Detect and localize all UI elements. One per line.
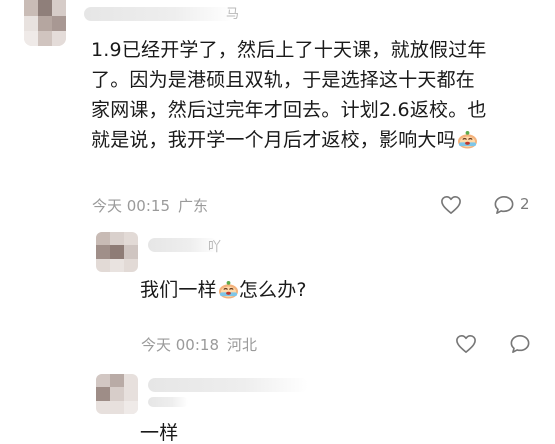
avatar-pixel	[110, 259, 124, 272]
avatar[interactable]	[96, 232, 138, 272]
username-blurred	[148, 397, 188, 407]
reply-text-after: 怎么办?	[238, 279, 307, 301]
comment-line: 家网课，然后过完年才回去。计划2.6返校。也	[91, 99, 487, 121]
comment-time: 今天 00:15	[92, 197, 170, 215]
avatar-pixel	[124, 245, 138, 259]
avatar-pixel	[38, 31, 52, 46]
avatar[interactable]	[96, 374, 138, 414]
avatar-pixel	[24, 31, 38, 46]
avatar-pixel	[52, 31, 66, 46]
avatar-pixel	[110, 387, 124, 401]
reply-text: 我们一样 怎么办?	[140, 275, 307, 305]
reply-count[interactable]: 2	[520, 195, 530, 213]
username-blurred[interactable]	[148, 378, 308, 392]
reply-meta: 今天 00:18 河北	[141, 334, 257, 355]
avatar-pixel	[38, 16, 52, 31]
comment-meta: 今天 00:15 广东	[92, 195, 208, 216]
reply-text-before: 我们一样	[140, 279, 217, 301]
avatar-pixel	[96, 374, 110, 387]
avatar-pixel	[52, 0, 66, 16]
reply-text: 一样	[140, 422, 179, 444]
avatar-pixel	[52, 16, 66, 31]
comment-text: 1.9已经开学了，然后上了十天课，就放假过年 了。因为是港硕且双轨，于是选择这十…	[91, 35, 531, 155]
avatar-pixel	[96, 232, 110, 245]
avatar[interactable]	[24, 0, 66, 46]
avatar-pixel	[110, 245, 124, 259]
avatar-pixel	[110, 232, 124, 245]
crying-face-emoji	[457, 130, 477, 149]
avatar-pixel	[96, 245, 110, 259]
username-tail: 马	[226, 7, 240, 22]
username-blurred[interactable]	[84, 7, 234, 21]
avatar-pixel	[24, 16, 38, 31]
avatar-pixel	[96, 387, 110, 401]
comment-line: 了。因为是港硕且双轨，于是选择这十天都在	[91, 69, 476, 91]
heart-outline-icon[interactable]	[455, 334, 477, 354]
speech-bubble-icon[interactable]	[493, 195, 515, 215]
heart-outline-icon[interactable]	[440, 195, 462, 215]
comment-line-text: 就是说，我开学一个月后才返校，影响大吗	[91, 129, 456, 151]
crying-face-emoji	[218, 280, 238, 299]
avatar-pixel	[24, 0, 38, 16]
speech-bubble-icon[interactable]	[509, 334, 531, 354]
avatar-pixel	[38, 0, 52, 16]
comment-line: 就是说，我开学一个月后才返校，影响大吗	[91, 125, 531, 155]
avatar-pixel	[124, 401, 138, 414]
avatar-pixel	[110, 374, 124, 387]
reply-time: 今天 00:18	[141, 336, 219, 354]
username-tail: 吖	[208, 240, 222, 255]
comment-location: 广东	[178, 197, 209, 215]
reply-location: 河北	[227, 336, 258, 354]
comment-line: 1.9已经开学了，然后上了十天课，就放假过年	[91, 39, 487, 61]
